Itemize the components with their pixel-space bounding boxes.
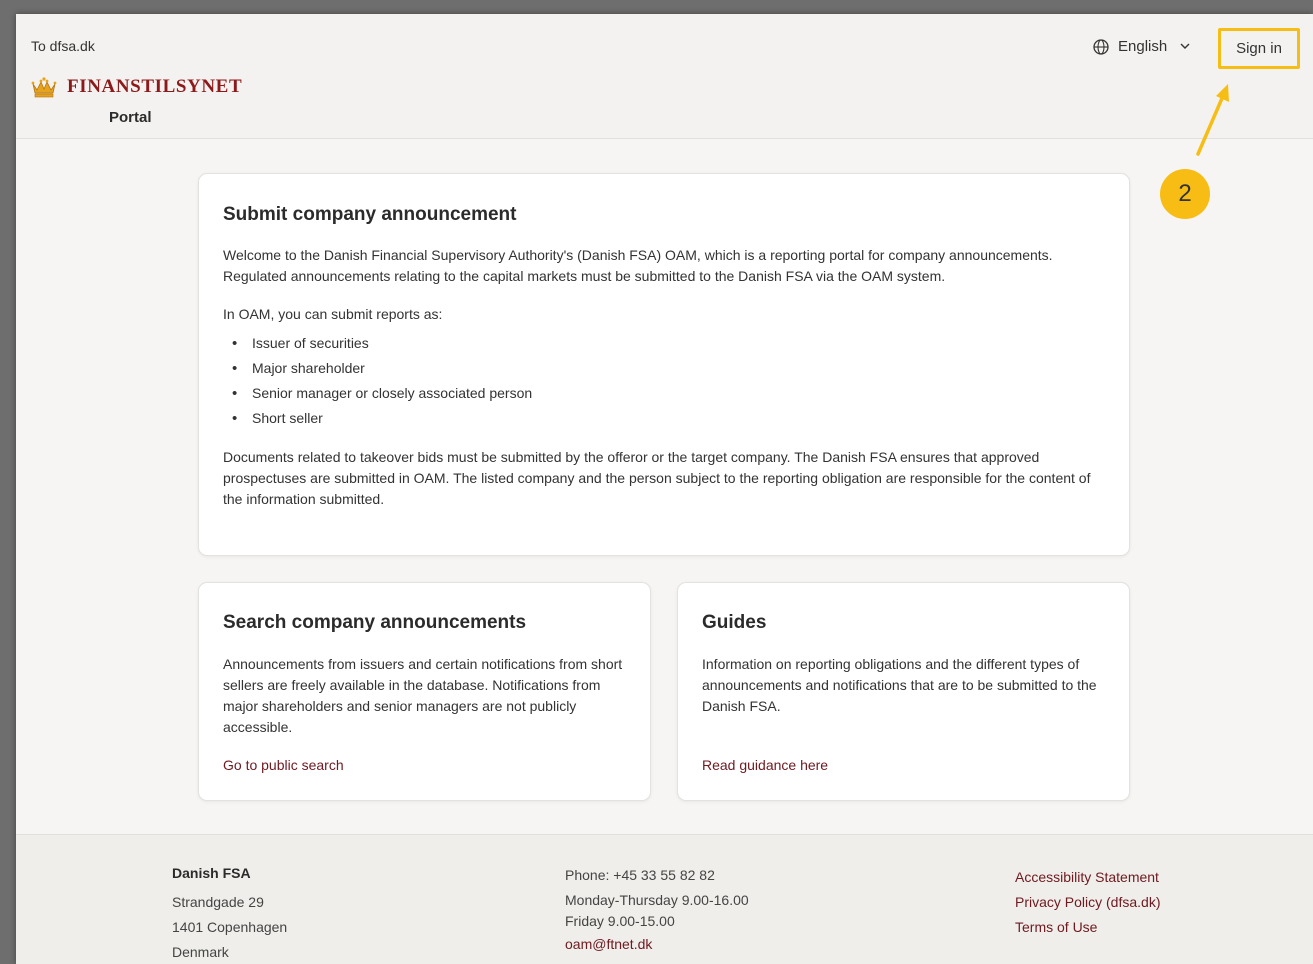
submit-card-title: Submit company announcement bbox=[223, 204, 517, 225]
footer-email-link[interactable]: oam@ftnet.dk bbox=[565, 932, 749, 957]
reporter-types-list: Issuer of securities Major shareholder S… bbox=[223, 331, 1105, 431]
guides-card-title: Guides bbox=[702, 612, 767, 633]
submit-card-list-intro: In OAM, you can submit reports as: bbox=[223, 306, 443, 322]
footer-address: Danish FSA Strandgade 29 1401 Copenhagen… bbox=[172, 865, 287, 964]
to-dfsa-link[interactable]: To dfsa.dk bbox=[31, 38, 95, 54]
guides-card-body: Information on reporting obligations and… bbox=[702, 656, 1097, 714]
search-announcements-card: Search company announcements Announcemen… bbox=[198, 582, 651, 801]
brand-name: FINANSTILSYNET bbox=[67, 76, 243, 97]
footer-street: Strandgade 29 bbox=[172, 894, 264, 910]
browser-page: To dfsa.dk FINANSTILSYNET Portal English bbox=[16, 14, 1313, 964]
list-item: Senior manager or closely associated per… bbox=[223, 381, 1105, 406]
terms-of-use-link[interactable]: Terms of Use bbox=[1015, 915, 1160, 940]
search-card-body: Announcements from issuers and certain n… bbox=[223, 656, 623, 735]
privacy-policy-link[interactable]: Privacy Policy (dfsa.dk) bbox=[1015, 890, 1160, 915]
submit-announcement-card: Submit company announcement Welcome to t… bbox=[198, 173, 1130, 556]
portal-subtitle: Portal bbox=[109, 109, 152, 126]
footer-org-name: Danish FSA bbox=[172, 865, 251, 881]
submit-card-intro: Welcome to the Danish Financial Supervis… bbox=[223, 247, 1053, 284]
footer-country: Denmark bbox=[172, 944, 229, 960]
crown-logo-icon bbox=[31, 77, 57, 98]
list-item: Issuer of securities bbox=[223, 331, 1105, 356]
finanstilsynet-logo[interactable]: FINANSTILSYNET bbox=[31, 76, 242, 98]
list-item: Short seller bbox=[223, 406, 1105, 431]
accessibility-statement-link[interactable]: Accessibility Statement bbox=[1015, 865, 1160, 890]
language-selector[interactable]: English bbox=[1093, 38, 1199, 55]
search-card-title: Search company announcements bbox=[223, 612, 527, 633]
site-footer: Danish FSA Strandgade 29 1401 Copenhagen… bbox=[16, 834, 1313, 964]
read-guidance-link[interactable]: Read guidance here bbox=[702, 757, 828, 773]
globe-icon bbox=[1093, 38, 1109, 55]
footer-city: 1401 Copenhagen bbox=[172, 919, 288, 935]
submit-card-outro: Documents related to takeover bids must … bbox=[223, 449, 1091, 507]
guides-card: Guides Information on reporting obligati… bbox=[677, 582, 1130, 801]
public-search-link[interactable]: Go to public search bbox=[223, 757, 344, 773]
language-label: English bbox=[1118, 38, 1168, 55]
footer-links: Accessibility Statement Privacy Policy (… bbox=[1015, 865, 1160, 940]
footer-hours-friday: Friday 9.00-15.00 bbox=[565, 913, 675, 929]
sign-in-button[interactable]: Sign in bbox=[1236, 40, 1282, 57]
list-item: Major shareholder bbox=[223, 356, 1105, 381]
footer-phone: Phone: +45 33 55 82 82 bbox=[565, 867, 715, 883]
footer-hours-weekdays: Monday-Thursday 9.00-16.00 bbox=[565, 892, 749, 908]
sign-in-highlight: Sign in bbox=[1218, 28, 1300, 69]
footer-contact: Phone: +45 33 55 82 82 Monday-Thursday 9… bbox=[565, 865, 749, 957]
site-header: To dfsa.dk FINANSTILSYNET Portal English bbox=[16, 14, 1313, 139]
step-badge: 2 bbox=[1160, 169, 1210, 219]
chevron-down-icon bbox=[1180, 43, 1190, 49]
